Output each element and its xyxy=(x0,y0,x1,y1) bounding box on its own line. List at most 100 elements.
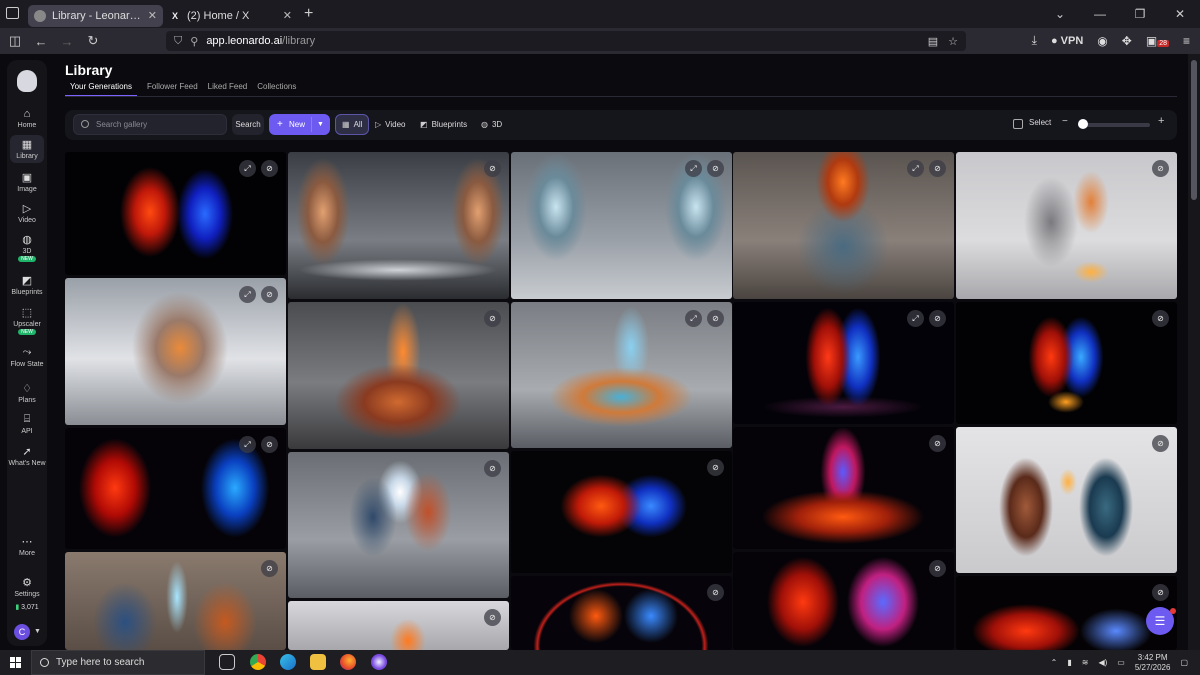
sidebar-item-video[interactable]: ▷ Video xyxy=(7,202,47,224)
tab-liked-feed[interactable]: Liked Feed xyxy=(208,82,248,97)
upscale-icon[interactable]: ⤢ xyxy=(907,310,924,327)
upscale-icon[interactable]: ⤢ xyxy=(685,160,702,177)
extension-badge-icon[interactable]: ▣ 28 xyxy=(1146,34,1169,48)
sidebar-item-upscaler[interactable]: ⬚ Upscaler NEW xyxy=(7,306,47,335)
zoom-slider[interactable] xyxy=(1078,123,1150,127)
clock[interactable]: 3:42 PM 5/27/2026 xyxy=(1135,653,1171,673)
gallery-image[interactable]: ⤢ ⊘ xyxy=(733,302,954,424)
filter-blueprints[interactable]: ◩ Blueprints xyxy=(414,114,473,135)
gallery-image[interactable]: ⊘ xyxy=(956,427,1177,573)
gallery-image[interactable]: ⊘ xyxy=(956,576,1177,650)
credits-counter[interactable]: ▮ 3,071 xyxy=(7,603,47,611)
gallery-image[interactable]: ⤢ ⊘ xyxy=(65,152,286,275)
zoom-slider-handle[interactable] xyxy=(1078,119,1088,129)
sidebar-item-plans[interactable]: ♢ Plans xyxy=(7,382,47,404)
search-button[interactable]: Search xyxy=(232,114,264,135)
filter-video[interactable]: ▷ Video xyxy=(369,114,411,135)
new-tab-button[interactable]: + xyxy=(304,5,313,23)
hide-icon[interactable]: ⊘ xyxy=(484,609,501,626)
gallery-image[interactable]: ⊘ xyxy=(65,552,286,650)
hide-icon[interactable]: ⊘ xyxy=(707,310,724,327)
hide-icon[interactable]: ⊘ xyxy=(929,160,946,177)
hide-icon[interactable]: ⊘ xyxy=(484,160,501,177)
extensions-icon[interactable]: ✥ xyxy=(1122,34,1132,48)
bookmark-star-icon[interactable]: ☆ xyxy=(948,35,958,48)
gallery-image[interactable]: ⊘ xyxy=(288,452,509,598)
sidebar-toggle-icon[interactable]: ◫ xyxy=(4,33,26,49)
sidebar-item-whats-new[interactable]: ➚ What's New xyxy=(7,445,47,467)
hide-icon[interactable]: ⊘ xyxy=(929,310,946,327)
scrollbar-thumb[interactable] xyxy=(1191,60,1197,200)
chevron-down-icon[interactable]: ▼ xyxy=(317,114,324,135)
hide-icon[interactable]: ⊘ xyxy=(261,160,278,177)
hide-icon[interactable]: ⊘ xyxy=(707,459,724,476)
vpn-button[interactable]: ● VPN xyxy=(1051,35,1083,47)
downloads-icon[interactable]: ⤓ xyxy=(1032,33,1037,48)
browser-tab-x[interactable]: X (2) Home / X ✕ xyxy=(163,5,298,27)
gallery-image[interactable]: ⊘ xyxy=(288,302,509,449)
tab-your-generations[interactable]: Your Generations xyxy=(65,82,137,97)
filter-3d[interactable]: ◍ 3D xyxy=(475,114,508,135)
wifi-icon[interactable]: ≋ xyxy=(1082,658,1089,667)
restore-button[interactable]: ❐ xyxy=(1120,7,1160,21)
firefox-icon[interactable] xyxy=(340,654,356,670)
sidebar-item-blueprints[interactable]: ◩ Blueprints xyxy=(7,274,47,296)
microphone-icon[interactable]: ▮ xyxy=(1067,658,1071,667)
sidebar-item-3d[interactable]: ◍ 3D NEW xyxy=(7,233,47,262)
gallery-image[interactable]: ⤢ ⊘ xyxy=(65,278,286,425)
notifications-icon[interactable]: ▢ xyxy=(1180,658,1188,667)
upscale-icon[interactable]: ⤢ xyxy=(239,160,256,177)
search-input[interactable] xyxy=(73,114,227,135)
select-checkbox[interactable] xyxy=(1013,119,1023,129)
minimize-button[interactable]: — xyxy=(1080,7,1120,21)
gallery-image[interactable]: ⊘ xyxy=(511,576,732,650)
gallery-image[interactable]: ⊘ xyxy=(288,601,509,650)
page-scrollbar[interactable] xyxy=(1188,54,1200,650)
task-view-icon[interactable] xyxy=(219,654,235,670)
tab-collections[interactable]: Collections xyxy=(257,82,296,97)
app-icon[interactable] xyxy=(371,654,387,670)
hide-icon[interactable]: ⊘ xyxy=(261,286,278,303)
windows-start-icon[interactable] xyxy=(10,657,21,668)
leonardo-logo-icon[interactable] xyxy=(17,70,37,92)
hide-icon[interactable]: ⊘ xyxy=(1152,160,1169,177)
sidebar-item-api[interactable]: ⌸ API xyxy=(7,413,47,435)
hide-icon[interactable]: ⊘ xyxy=(1152,435,1169,452)
file-explorer-icon[interactable] xyxy=(310,654,326,670)
gallery-image[interactable]: ⤢ ⊘ xyxy=(511,302,732,448)
gallery-image[interactable]: ⊘ xyxy=(956,152,1177,299)
upscale-icon[interactable]: ⤢ xyxy=(685,310,702,327)
hide-icon[interactable]: ⊘ xyxy=(707,584,724,601)
close-window-button[interactable]: ✕ xyxy=(1160,7,1200,21)
new-button[interactable]: + New ▼ xyxy=(269,114,330,135)
tab-follower-feed[interactable]: Follower Feed xyxy=(147,82,198,97)
gallery-image[interactable]: ⤢ ⊘ xyxy=(511,152,732,299)
upscale-icon[interactable]: ⤢ xyxy=(907,160,924,177)
hide-icon[interactable]: ⊘ xyxy=(261,436,278,453)
close-tab-icon[interactable]: ✕ xyxy=(283,9,292,22)
account-icon[interactable]: ◉ xyxy=(1097,34,1107,48)
chevron-down-icon[interactable]: ▼ xyxy=(34,628,41,635)
gallery-image[interactable]: ⊘ xyxy=(511,451,732,573)
taskbar-search[interactable]: Type here to search xyxy=(31,650,205,675)
hide-icon[interactable]: ⊘ xyxy=(929,435,946,452)
gallery-image[interactable]: ⊘ xyxy=(288,152,509,299)
zoom-out-icon[interactable]: − xyxy=(1062,116,1068,127)
sidebar-item-flow-state[interactable]: ⤳ Flow State xyxy=(7,346,47,368)
close-tab-icon[interactable]: ✕ xyxy=(148,9,157,22)
sidebar-item-more[interactable]: ⋯ More xyxy=(7,535,47,557)
gallery-image[interactable]: ⊘ xyxy=(733,552,954,650)
tab-overview-icon[interactable] xyxy=(6,7,19,19)
filter-all[interactable]: ▦ All xyxy=(335,114,370,135)
battery-icon[interactable]: ▭ xyxy=(1117,658,1125,667)
gallery-image[interactable]: ⤢ ⊘ xyxy=(65,428,286,549)
address-bar[interactable]: ⛉ ⚲ app.leonardo.ai/library ▤ ☆ xyxy=(166,31,966,51)
list-tabs-icon[interactable]: ⌄ xyxy=(1040,7,1080,21)
sidebar-item-image[interactable]: ▣ Image xyxy=(7,171,47,193)
hide-icon[interactable]: ⊘ xyxy=(484,310,501,327)
hide-icon[interactable]: ⊘ xyxy=(484,460,501,477)
menu-icon[interactable]: ≡ xyxy=(1183,34,1190,48)
chrome-icon[interactable] xyxy=(250,654,266,670)
hide-icon[interactable]: ⊘ xyxy=(929,560,946,577)
sidebar-item-home[interactable]: ⌂ Home xyxy=(7,108,47,129)
